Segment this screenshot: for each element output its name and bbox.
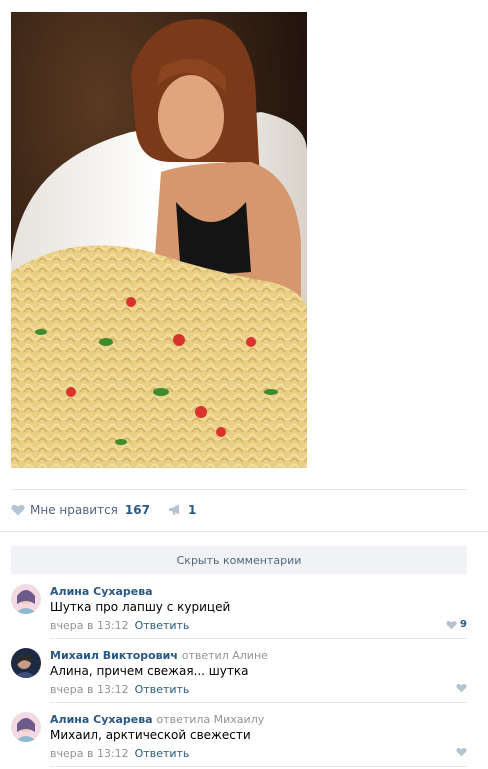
comment-like-button[interactable] <box>456 747 467 757</box>
share-count: 1 <box>187 503 197 517</box>
comment-divider <box>50 638 468 639</box>
megaphone-icon <box>168 504 179 515</box>
post-photo[interactable] <box>11 12 307 468</box>
hide-comments-button[interactable]: Скрыть комментарии <box>11 546 467 574</box>
comment-item: Михаил Викторович ответил Алине Алина, п… <box>11 648 467 704</box>
comment-author[interactable]: Алина Сухарева ответила Михаилу <box>50 713 264 726</box>
author-name[interactable]: Алина Сухарева <box>50 585 153 598</box>
comment-like-button[interactable]: 9 <box>446 619 467 630</box>
comment-time[interactable]: вчера в 13:12 <box>50 683 129 696</box>
comment-meta: вчера в 13:12 Ответить <box>50 619 189 632</box>
avatar[interactable] <box>11 584 41 614</box>
like-button[interactable]: Мне нравится 167 <box>11 503 150 517</box>
heart-icon <box>456 683 467 693</box>
comment-author[interactable]: Михаил Викторович ответил Алине <box>50 649 268 662</box>
avatar-image <box>11 584 41 614</box>
author-name[interactable]: Алина Сухарева <box>50 713 153 726</box>
comment-like-button[interactable] <box>456 683 467 693</box>
comment-meta: вчера в 13:12 Ответить <box>50 747 189 760</box>
post-divider <box>11 489 468 490</box>
avatar-image <box>11 712 41 742</box>
comment-text: Михаил, арктической свежести <box>50 728 251 742</box>
comment-divider <box>50 702 468 703</box>
heart-icon <box>11 504 25 516</box>
comment-text: Шутка про лапшу с курицей <box>50 600 231 614</box>
heart-icon <box>446 620 457 629</box>
heart-icon <box>456 747 467 757</box>
share-button[interactable]: 1 <box>168 503 196 517</box>
comment-like-count: 9 <box>460 619 467 630</box>
reply-button[interactable]: Ответить <box>135 619 190 632</box>
comment-item: Алина Сухарева ответила Михаилу Михаил, … <box>11 712 467 768</box>
post-actions: Мне нравится 167 1 <box>11 497 196 523</box>
comment-author[interactable]: Алина Сухарева <box>50 585 153 598</box>
author-name[interactable]: Михаил Викторович <box>50 649 178 662</box>
avatar[interactable] <box>11 648 41 678</box>
comment-time[interactable]: вчера в 13:12 <box>50 619 129 632</box>
post-photo-image <box>11 12 307 468</box>
comment-meta: вчера в 13:12 Ответить <box>50 683 189 696</box>
reply-to-label[interactable]: ответила Михаилу <box>156 713 264 726</box>
comment-time[interactable]: вчера в 13:12 <box>50 747 129 760</box>
comment-text: Алина, причем свежая... шутка <box>50 664 249 678</box>
reply-button[interactable]: Ответить <box>135 683 190 696</box>
section-divider <box>0 531 488 532</box>
like-count: 167 <box>124 503 150 517</box>
like-label: Мне нравится <box>30 503 118 517</box>
comment-item: Алина Сухарева Шутка про лапшу с курицей… <box>11 584 467 640</box>
avatar[interactable] <box>11 712 41 742</box>
reply-to-label[interactable]: ответил Алине <box>182 649 268 662</box>
comment-divider <box>50 766 468 767</box>
avatar-image <box>11 648 41 678</box>
reply-button[interactable]: Ответить <box>135 747 190 760</box>
